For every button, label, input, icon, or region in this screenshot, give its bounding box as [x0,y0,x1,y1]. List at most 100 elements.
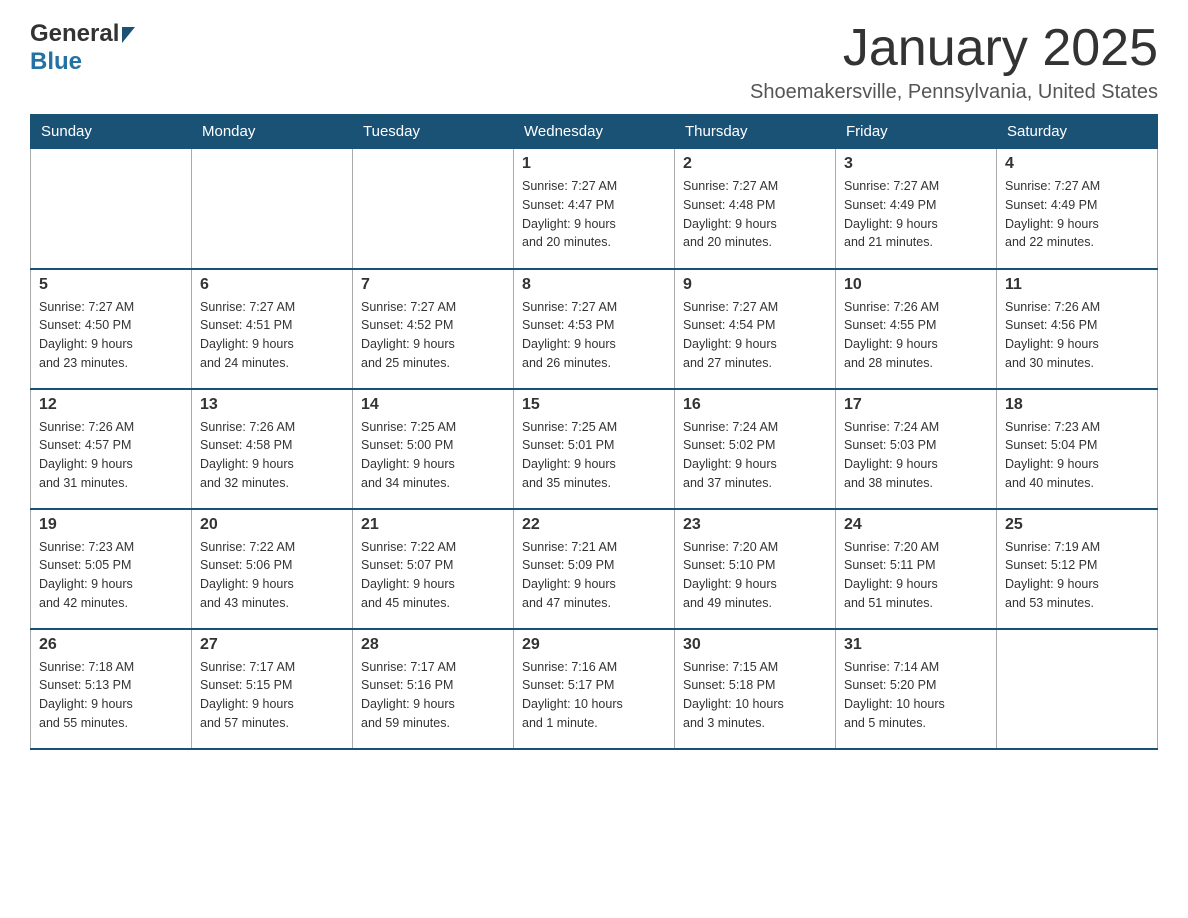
calendar-cell: 4 Sunrise: 7:27 AM Sunset: 4:49 PM Daylig… [997,149,1158,269]
day-info: Sunrise: 7:15 AM Sunset: 5:18 PM Dayligh… [683,658,827,733]
day-info: Sunrise: 7:27 AM Sunset: 4:49 PM Dayligh… [844,177,988,252]
page-header: General Blue January 2025 Shoemakersvill… [30,20,1158,104]
calendar-cell: 6Sunrise: 7:27 AM Sunset: 4:51 PM Daylig… [192,269,353,389]
calendar-week-row: 5Sunrise: 7:27 AM Sunset: 4:50 PM Daylig… [31,269,1158,389]
day-number: 19 [39,516,183,534]
day-number: 12 [39,396,183,414]
day-info: Sunrise: 7:24 AM Sunset: 5:03 PM Dayligh… [844,418,988,493]
day-number: 3 [844,155,988,173]
logo-blue-text: Blue [30,48,82,75]
calendar-cell: 3 Sunrise: 7:27 AM Sunset: 4:49 PM Daylig… [836,149,997,269]
day-info: Sunrise: 7:20 AM Sunset: 5:11 PM Dayligh… [844,538,988,613]
day-number: 16 [683,396,827,414]
calendar-cell: 26Sunrise: 7:18 AM Sunset: 5:13 PM Dayli… [31,629,192,749]
calendar-cell: 30 Sunrise: 7:15 AM Sunset: 5:18 PM Dayli… [675,629,836,749]
calendar-cell: 27Sunrise: 7:17 AM Sunset: 5:15 PM Dayli… [192,629,353,749]
calendar-header-row: SundayMondayTuesdayWednesdayThursdayFrid… [31,115,1158,149]
calendar-header-thursday: Thursday [675,115,836,149]
calendar-header-monday: Monday [192,115,353,149]
day-info: Sunrise: 7:16 AM Sunset: 5:17 PM Dayligh… [522,658,666,733]
day-number: 24 [844,516,988,534]
day-number: 7 [361,276,505,294]
day-info: Sunrise: 7:23 AM Sunset: 5:05 PM Dayligh… [39,538,183,613]
day-number: 22 [522,516,666,534]
location-title: Shoemakersville, Pennsylvania, United St… [750,81,1158,104]
day-info: Sunrise: 7:27 AM Sunset: 4:54 PM Dayligh… [683,298,827,373]
day-number: 30 [683,636,827,654]
calendar-cell: 24 Sunrise: 7:20 AM Sunset: 5:11 PM Dayli… [836,509,997,629]
calendar-header-saturday: Saturday [997,115,1158,149]
day-number: 27 [200,636,344,654]
calendar-cell: 28 Sunrise: 7:17 AM Sunset: 5:16 PM Dayli… [353,629,514,749]
day-info: Sunrise: 7:17 AM Sunset: 5:16 PM Dayligh… [361,658,505,733]
day-info: Sunrise: 7:27 AM Sunset: 4:47 PM Dayligh… [522,177,666,252]
day-info: Sunrise: 7:26 AM Sunset: 4:56 PM Dayligh… [1005,298,1149,373]
calendar-cell: 16 Sunrise: 7:24 AM Sunset: 5:02 PM Dayli… [675,389,836,509]
calendar-cell: 15Sunrise: 7:25 AM Sunset: 5:01 PM Dayli… [514,389,675,509]
calendar-cell: 29Sunrise: 7:16 AM Sunset: 5:17 PM Dayli… [514,629,675,749]
calendar-cell: 13 Sunrise: 7:26 AM Sunset: 4:58 PM Dayli… [192,389,353,509]
day-info: Sunrise: 7:26 AM Sunset: 4:57 PM Dayligh… [39,418,183,493]
calendar-cell: 2 Sunrise: 7:27 AM Sunset: 4:48 PM Daylig… [675,149,836,269]
calendar-cell [31,149,192,269]
day-number: 31 [844,636,988,654]
day-info: Sunrise: 7:20 AM Sunset: 5:10 PM Dayligh… [683,538,827,613]
title-section: January 2025 Shoemakersville, Pennsylvan… [750,20,1158,104]
day-number: 17 [844,396,988,414]
calendar-cell: 22 Sunrise: 7:21 AM Sunset: 5:09 PM Dayli… [514,509,675,629]
day-info: Sunrise: 7:27 AM Sunset: 4:48 PM Dayligh… [683,177,827,252]
day-number: 11 [1005,276,1149,294]
day-number: 18 [1005,396,1149,414]
logo-general-text: General [30,20,119,48]
calendar-cell: 18Sunrise: 7:23 AM Sunset: 5:04 PM Dayli… [997,389,1158,509]
calendar-cell: 9 Sunrise: 7:27 AM Sunset: 4:54 PM Daylig… [675,269,836,389]
day-info: Sunrise: 7:27 AM Sunset: 4:49 PM Dayligh… [1005,177,1149,252]
calendar-cell: 17 Sunrise: 7:24 AM Sunset: 5:03 PM Dayli… [836,389,997,509]
calendar-week-row: 1 Sunrise: 7:27 AM Sunset: 4:47 PM Daylig… [31,149,1158,269]
day-number: 1 [522,155,666,173]
day-number: 28 [361,636,505,654]
day-number: 21 [361,516,505,534]
calendar-cell: 14 Sunrise: 7:25 AM Sunset: 5:00 PM Dayli… [353,389,514,509]
calendar-cell: 12 Sunrise: 7:26 AM Sunset: 4:57 PM Dayli… [31,389,192,509]
calendar-cell: 20Sunrise: 7:22 AM Sunset: 5:06 PM Dayli… [192,509,353,629]
day-info: Sunrise: 7:19 AM Sunset: 5:12 PM Dayligh… [1005,538,1149,613]
month-title: January 2025 [750,20,1158,77]
day-info: Sunrise: 7:24 AM Sunset: 5:02 PM Dayligh… [683,418,827,493]
calendar-cell: 25Sunrise: 7:19 AM Sunset: 5:12 PM Dayli… [997,509,1158,629]
calendar-cell [192,149,353,269]
day-number: 15 [522,396,666,414]
calendar-cell: 31Sunrise: 7:14 AM Sunset: 5:20 PM Dayli… [836,629,997,749]
calendar-cell [353,149,514,269]
day-info: Sunrise: 7:22 AM Sunset: 5:07 PM Dayligh… [361,538,505,613]
calendar-cell: 7Sunrise: 7:27 AM Sunset: 4:52 PM Daylig… [353,269,514,389]
day-number: 13 [200,396,344,414]
day-number: 14 [361,396,505,414]
calendar-table: SundayMondayTuesdayWednesdayThursdayFrid… [30,114,1158,750]
logo-triangle-icon [122,27,135,43]
calendar-cell: 10Sunrise: 7:26 AM Sunset: 4:55 PM Dayli… [836,269,997,389]
day-info: Sunrise: 7:26 AM Sunset: 4:58 PM Dayligh… [200,418,344,493]
day-info: Sunrise: 7:27 AM Sunset: 4:53 PM Dayligh… [522,298,666,373]
logo: General Blue [30,20,135,76]
calendar-cell: 8 Sunrise: 7:27 AM Sunset: 4:53 PM Daylig… [514,269,675,389]
day-number: 2 [683,155,827,173]
day-number: 20 [200,516,344,534]
day-number: 23 [683,516,827,534]
calendar-header-friday: Friday [836,115,997,149]
calendar-cell: 5Sunrise: 7:27 AM Sunset: 4:50 PM Daylig… [31,269,192,389]
day-number: 10 [844,276,988,294]
calendar-cell: 21 Sunrise: 7:22 AM Sunset: 5:07 PM Dayli… [353,509,514,629]
calendar-cell: 19 Sunrise: 7:23 AM Sunset: 5:05 PM Dayli… [31,509,192,629]
day-number: 9 [683,276,827,294]
day-info: Sunrise: 7:21 AM Sunset: 5:09 PM Dayligh… [522,538,666,613]
calendar-cell: 23 Sunrise: 7:20 AM Sunset: 5:10 PM Dayli… [675,509,836,629]
calendar-cell [997,629,1158,749]
day-number: 8 [522,276,666,294]
calendar-header-wednesday: Wednesday [514,115,675,149]
calendar-cell: 1 Sunrise: 7:27 AM Sunset: 4:47 PM Daylig… [514,149,675,269]
day-number: 26 [39,636,183,654]
calendar-week-row: 26Sunrise: 7:18 AM Sunset: 5:13 PM Dayli… [31,629,1158,749]
day-info: Sunrise: 7:25 AM Sunset: 5:00 PM Dayligh… [361,418,505,493]
day-number: 4 [1005,155,1149,173]
